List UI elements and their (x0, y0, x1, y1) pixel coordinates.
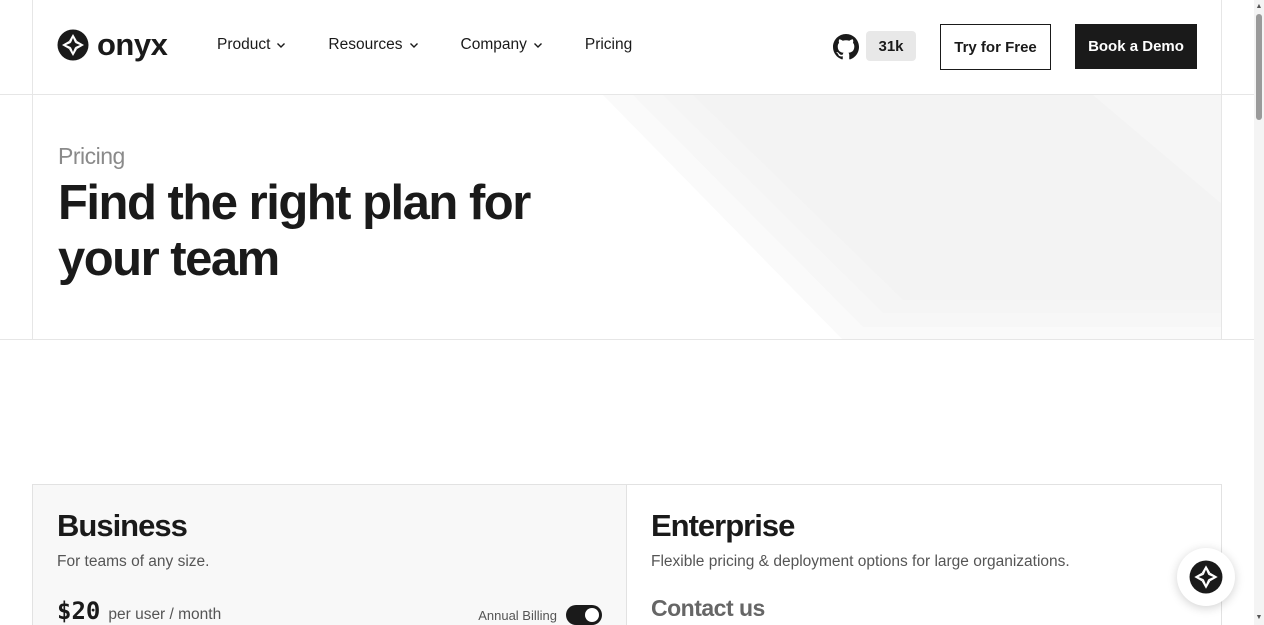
nav-item-product[interactable]: Product (217, 36, 286, 54)
annual-billing-toggle[interactable] (566, 605, 602, 625)
plan-name: Enterprise (651, 508, 795, 543)
onyx-logo-icon (57, 29, 89, 61)
scrollbar-thumb[interactable] (1256, 14, 1262, 120)
github-stars-badge[interactable]: 31k (866, 31, 916, 61)
hero-section: Pricing Find the right plan for your tea… (32, 95, 1222, 340)
nav-label: Resources (328, 36, 403, 53)
pricing-plans: Business For teams of any size. $20 per … (32, 484, 1222, 625)
try-for-free-button[interactable]: Try for Free (940, 24, 1051, 70)
chat-widget-button[interactable] (1177, 548, 1235, 606)
logo-wordmark: onyx (97, 27, 168, 62)
page-title: Find the right plan for your team (58, 175, 618, 287)
toggle-knob (585, 608, 599, 622)
page-scrollbar[interactable]: ▲ ▼ (1254, 0, 1264, 625)
page-title-line-2: your team (58, 232, 280, 286)
section-divider (0, 339, 1254, 340)
contact-us-link[interactable]: Contact us (651, 595, 765, 622)
main-nav: Product Resources Company Pricing (217, 36, 674, 54)
book-a-demo-button[interactable]: Book a Demo (1075, 24, 1197, 69)
header-divider-right (1221, 0, 1222, 95)
nav-item-resources[interactable]: Resources (328, 36, 418, 54)
nav-item-pricing[interactable]: Pricing (585, 36, 632, 54)
page-title-line-1: Find the right plan for (58, 176, 531, 230)
plan-name: Business (57, 508, 188, 543)
logo-link[interactable]: onyx (57, 27, 168, 62)
plan-description: For teams of any size. (57, 553, 210, 570)
nav-item-company[interactable]: Company (461, 36, 543, 54)
price-unit: per user / month (108, 606, 222, 623)
plan-price: $20 (57, 597, 101, 625)
nav-label: Company (460, 36, 527, 53)
hero-eyebrow: Pricing (58, 143, 125, 169)
site-header: onyx Product Resources Company Pricing 3… (0, 0, 1254, 95)
nav-label: Product (217, 36, 271, 53)
chevron-down-icon (533, 43, 542, 48)
header-divider-left (32, 0, 33, 95)
chevron-down-icon (277, 43, 286, 48)
scroll-down-arrow-icon[interactable]: ▼ (1254, 613, 1264, 623)
chevron-down-icon (409, 43, 418, 48)
plan-card-enterprise: Enterprise Flexible pricing & deployment… (627, 485, 1221, 625)
nav-label: Pricing (584, 36, 633, 53)
price-row: $20 per user / month (57, 597, 221, 625)
annual-billing-label: Annual Billing (478, 607, 557, 623)
github-icon[interactable] (833, 34, 859, 60)
onyx-logo-icon (1189, 560, 1223, 594)
plan-description: Flexible pricing & deployment options fo… (651, 553, 1070, 570)
scroll-up-arrow-icon[interactable]: ▲ (1254, 2, 1264, 12)
annual-billing-control: Annual Billing (478, 605, 602, 625)
plan-card-business: Business For teams of any size. $20 per … (33, 485, 627, 625)
